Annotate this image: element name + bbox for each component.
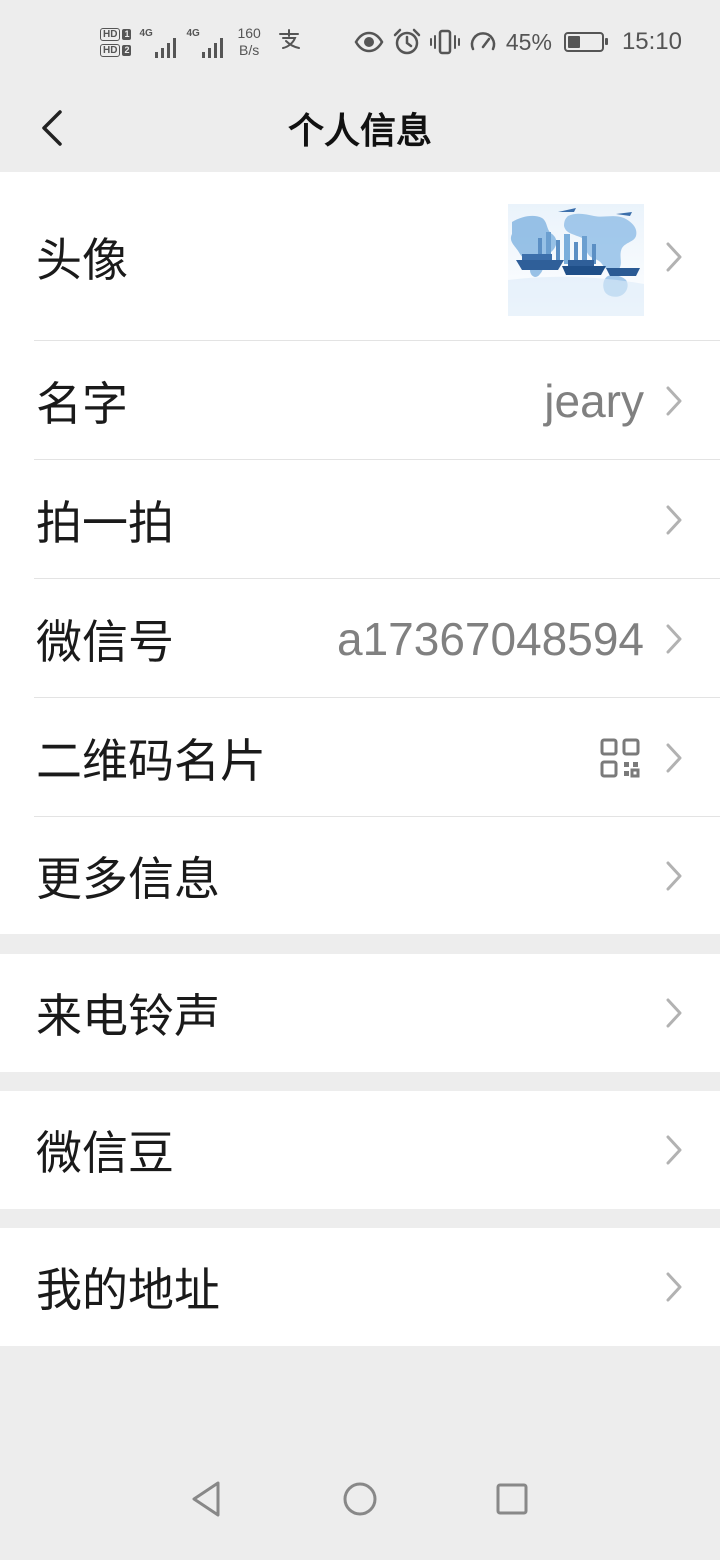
- navigation-bar: 个人信息: [0, 84, 720, 172]
- row-label: 头像: [36, 232, 128, 287]
- qr-code-icon: [600, 738, 640, 777]
- page-title: 个人信息: [287, 111, 432, 152]
- alarm-icon: [393, 28, 421, 55]
- row-label: 微信号: [36, 614, 174, 669]
- signal-indicators: 4G 4G: [139, 26, 224, 58]
- row-qr-card[interactable]: 二维码名片: [0, 698, 720, 817]
- speedometer-icon: [470, 32, 496, 51]
- chevron-right-icon: [666, 242, 682, 271]
- row-label: 来电铃声: [36, 989, 220, 1043]
- hd-badge-1: HD 1: [100, 27, 132, 41]
- row-my-address[interactable]: 我的地址: [0, 1228, 720, 1346]
- system-navigation-bar: [0, 1440, 720, 1560]
- chevron-right-icon: [666, 624, 682, 653]
- eye-icon: [354, 31, 384, 53]
- network-speed: 160 B/s: [237, 25, 260, 59]
- network-speed-value: 160: [237, 25, 261, 41]
- row-label: 我的地址: [36, 1263, 220, 1317]
- row-name[interactable]: 名字 jeary: [0, 341, 720, 460]
- network-speed-unit: B/s: [239, 42, 260, 58]
- row-label: 微信豆: [36, 1126, 174, 1180]
- row-avatar[interactable]: 头像: [0, 172, 720, 341]
- avatar[interactable]: [508, 204, 644, 316]
- chevron-right-icon: [666, 505, 682, 534]
- row-ringtone[interactable]: 来电铃声: [0, 954, 720, 1072]
- chevron-right-icon: [666, 1272, 682, 1302]
- battery-percent: 45%: [505, 28, 552, 55]
- nav-recents-square-icon[interactable]: [487, 1474, 537, 1524]
- chevron-right-icon: [666, 861, 682, 890]
- chevron-right-icon: [666, 998, 682, 1028]
- address-group: 我的地址: [0, 1228, 720, 1346]
- chevron-right-icon: [666, 386, 682, 415]
- row-label: 二维码名片: [36, 733, 266, 788]
- status-bar-left: HD 1 HD 2 4G 4G 160 B/s: [100, 20, 301, 64]
- row-more-info[interactable]: 更多信息: [0, 817, 720, 934]
- hd-indicators: HD 1 HD 2: [100, 27, 132, 57]
- row-label: 名字: [36, 376, 128, 431]
- profile-group: 头像 名字 jeary 拍一拍 微信号 a17367048594 二维码名片 更…: [0, 172, 720, 934]
- chevron-right-icon: [666, 1135, 682, 1165]
- signal-icon-2: 4G: [186, 28, 224, 58]
- hd-badge-2: HD 2: [100, 43, 132, 57]
- chevron-right-icon: [666, 743, 682, 772]
- ringtone-group: 来电铃声: [0, 954, 720, 1072]
- clock: 15:10: [621, 28, 682, 55]
- battery-icon: [563, 32, 608, 52]
- row-label: 更多信息: [36, 851, 220, 906]
- row-value-name: jeary: [544, 374, 644, 427]
- nav-back-triangle-icon[interactable]: [182, 1474, 232, 1524]
- beans-group: 微信豆: [0, 1091, 720, 1209]
- vibrate-icon: [429, 29, 460, 55]
- row-label: 拍一拍: [36, 495, 174, 550]
- alipay-icon: [277, 28, 301, 56]
- signal-icon-1: 4G: [139, 28, 177, 58]
- row-pat[interactable]: 拍一拍: [0, 460, 720, 579]
- status-bar-right: 45% 15:10: [354, 22, 682, 62]
- battery-level: [567, 36, 581, 48]
- row-wechat-id[interactable]: 微信号 a17367048594: [0, 579, 720, 698]
- status-bar: HD 1 HD 2 4G 4G 160 B/s 45% 15:10: [0, 0, 720, 84]
- row-wechat-beans[interactable]: 微信豆: [0, 1091, 720, 1209]
- row-value-wechat-id: a17367048594: [337, 612, 644, 665]
- nav-home-circle-icon[interactable]: [335, 1474, 385, 1524]
